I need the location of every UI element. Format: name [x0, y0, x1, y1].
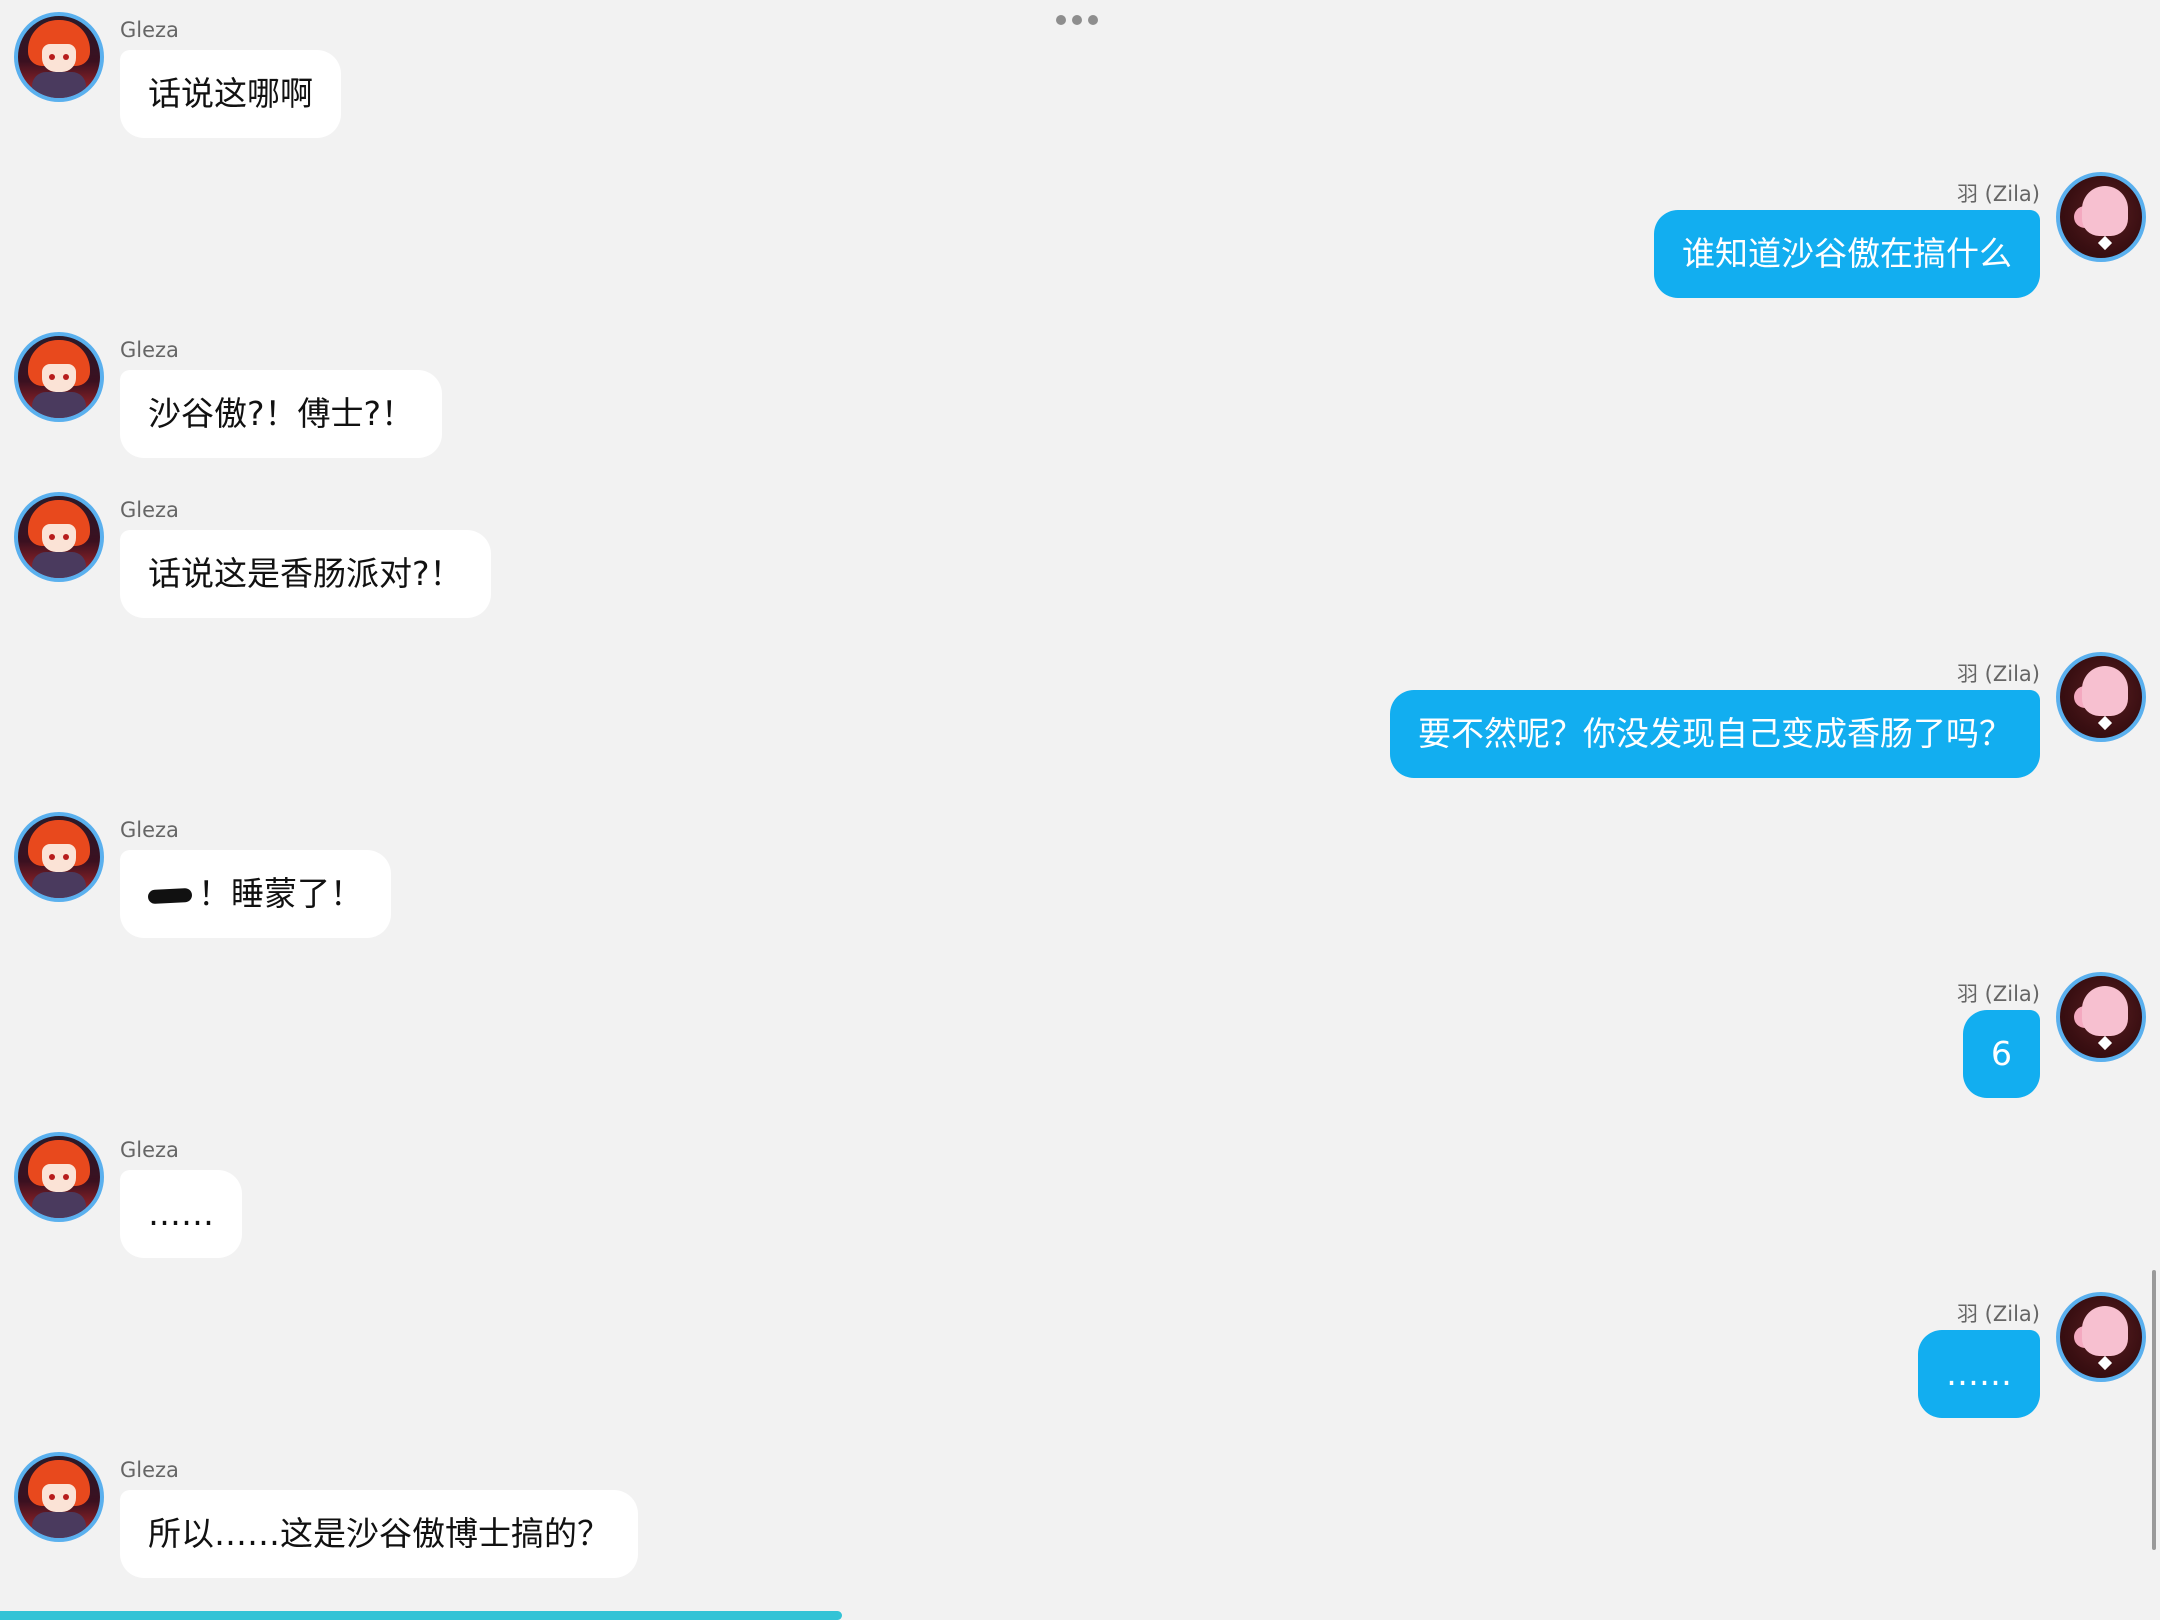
- sender-name: 羽 (Zila): [1957, 182, 2040, 206]
- message-text: ……: [148, 1194, 214, 1233]
- message-bubble[interactable]: 谁知道沙谷傲在搞什么: [1654, 210, 2040, 298]
- chat-window: Gleza 话说这哪啊羽 (Zila) 谁知道沙谷傲在搞什么 Gleza 沙谷傲?！傅士…: [0, 0, 2160, 1620]
- chat-message: Gleza 沙谷傲?！傅士?！: [12, 332, 1012, 472]
- scrollbar[interactable]: [2152, 1270, 2156, 1550]
- sender-name: Gleza: [120, 1458, 179, 1482]
- sender-name: Gleza: [120, 498, 179, 522]
- message-text: 沙谷傲?！傅士?！: [148, 394, 415, 433]
- chat-message: Gleza ……: [12, 1132, 1012, 1272]
- message-bubble[interactable]: 沙谷傲?！傅士?！: [120, 370, 443, 458]
- chat-message: Gleza 话说这是香肠派对?！: [12, 492, 1012, 632]
- sender-name: 羽 (Zila): [1957, 1302, 2040, 1326]
- chat-message: Gleza 所以……这是沙谷傲博士搞的？: [12, 1452, 1012, 1592]
- message-text: 谁知道沙谷傲在搞什么: [1682, 234, 2012, 273]
- sender-name: Gleza: [120, 1138, 179, 1162]
- message-text: 话说这是香肠派对?！: [148, 554, 463, 593]
- chat-message: Gleza 话说这哪啊: [12, 12, 1012, 152]
- gleza-avatar[interactable]: [14, 492, 104, 582]
- chat-message: Gleza ！睡蒙了！: [12, 812, 1012, 952]
- message-bubble[interactable]: ……: [1918, 1330, 2040, 1418]
- message-bubble[interactable]: 要不然呢？你没发现自己变成香肠了吗？: [1390, 690, 2040, 778]
- message-text: 所以……这是沙谷傲博士搞的？: [148, 1514, 610, 1553]
- dot: [1072, 15, 1082, 25]
- message-bubble[interactable]: ……: [120, 1170, 242, 1258]
- message-text: 话说这哪啊: [148, 74, 313, 113]
- zila-avatar[interactable]: [2056, 652, 2146, 742]
- redaction-mark: [147, 887, 193, 904]
- dot: [1088, 15, 1098, 25]
- chat-message: 羽 (Zila) ……: [948, 1292, 2148, 1432]
- ellipsis-icon[interactable]: [1056, 13, 1104, 27]
- progress-fill: [0, 1611, 843, 1620]
- sender-name: 羽 (Zila): [1957, 982, 2040, 1006]
- message-bubble[interactable]: ！睡蒙了！: [120, 850, 391, 938]
- sender-name: Gleza: [120, 818, 179, 842]
- gleza-avatar[interactable]: [14, 332, 104, 422]
- zila-avatar[interactable]: [2056, 172, 2146, 262]
- sender-name: Gleza: [120, 338, 179, 362]
- chat-message: 羽 (Zila) 6: [948, 972, 2148, 1112]
- sender-name: Gleza: [120, 18, 179, 42]
- message-bubble[interactable]: 所以……这是沙谷傲博士搞的？: [120, 1490, 638, 1578]
- message-text: 要不然呢？你没发现自己变成香肠了吗？: [1418, 714, 2012, 753]
- gleza-avatar[interactable]: [14, 1452, 104, 1542]
- message-bubble[interactable]: 话说这哪啊: [120, 50, 341, 138]
- sender-name: 羽 (Zila): [1957, 662, 2040, 686]
- message-text: 6: [1991, 1034, 2012, 1073]
- chat-message: 羽 (Zila) 谁知道沙谷傲在搞什么: [948, 172, 2148, 312]
- message-text: ……: [1946, 1354, 2012, 1393]
- chat-message: 羽 (Zila) 要不然呢？你没发现自己变成香肠了吗？: [948, 652, 2148, 792]
- message-text: ！睡蒙了！: [198, 874, 363, 913]
- dot: [1056, 15, 1066, 25]
- gleza-avatar[interactable]: [14, 1132, 104, 1222]
- zila-avatar[interactable]: [2056, 972, 2146, 1062]
- gleza-avatar[interactable]: [14, 12, 104, 102]
- gleza-avatar[interactable]: [14, 812, 104, 902]
- zila-avatar[interactable]: [2056, 1292, 2146, 1382]
- message-bubble[interactable]: 6: [1963, 1010, 2040, 1098]
- playback-progress-bar[interactable]: [0, 1611, 2160, 1620]
- message-bubble[interactable]: 话说这是香肠派对?！: [120, 530, 491, 618]
